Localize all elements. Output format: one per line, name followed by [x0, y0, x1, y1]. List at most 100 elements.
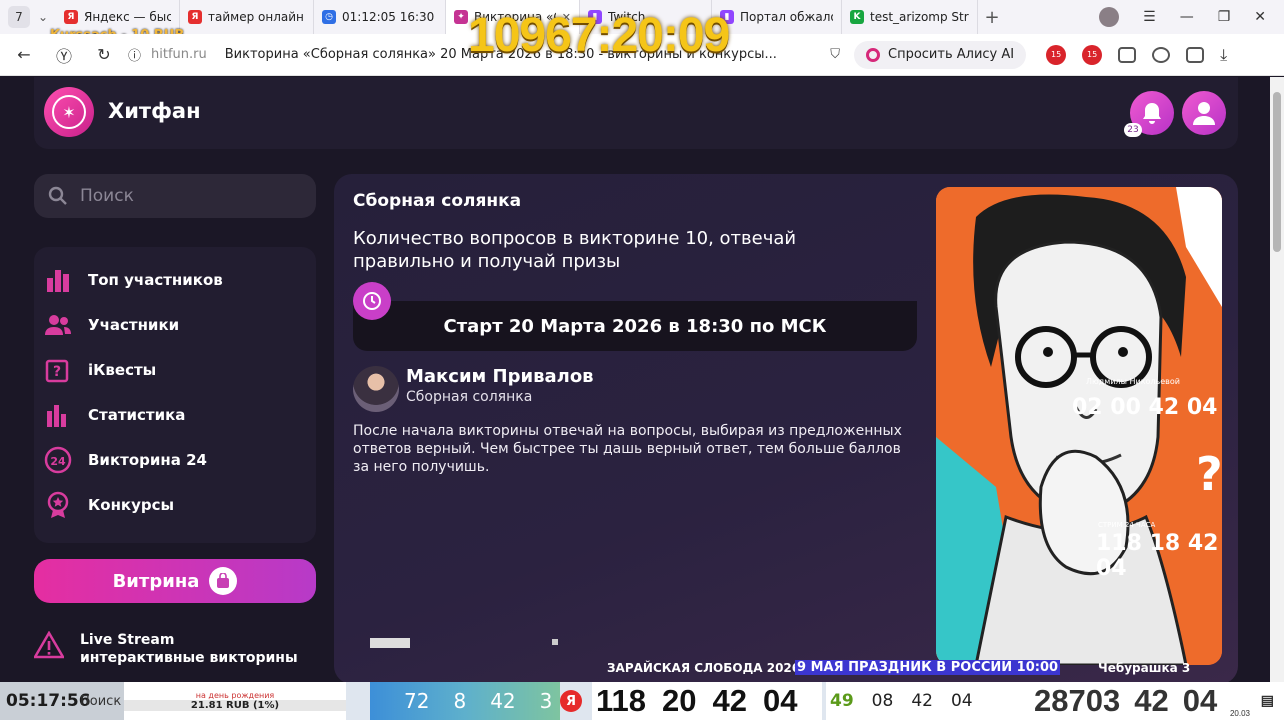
stream-countdown-timer: 10967:20:09	[468, 9, 730, 62]
donation-goal-widget: на день рождения 21.81 RUB (1%)	[124, 682, 346, 720]
url-domain: hitfun.ru	[151, 47, 207, 62]
thinking-man-illustration	[936, 187, 1222, 665]
back-arrow-icon[interactable]: ←	[4, 45, 44, 64]
bell-icon	[1143, 103, 1161, 124]
site-logo[interactable]: ✶	[44, 87, 94, 137]
notification-count-badge: 23	[1124, 123, 1142, 137]
poster-caption: СТРИМ 24 ЧАСА	[1098, 521, 1156, 529]
yandex-icon: Я	[188, 10, 202, 24]
sidebar-menu: Топ участников Участники ? iКвесты Стати…	[34, 247, 316, 543]
extensions-bar: 15 15 ⤓	[1046, 44, 1227, 65]
quiz-description: Количество вопросов в викторине 10, отве…	[353, 228, 797, 272]
stream-timer-3: 28703 42 04 20.03 ▤	[982, 682, 1284, 720]
tab-portal[interactable]: ▮ Портал обжало	[712, 0, 842, 34]
search-input[interactable]	[80, 186, 280, 206]
window-controls: ☰ — ❐ ✕	[1099, 0, 1284, 34]
page-content: ✶ Хитфан 23 Топ участников Участники ? i…	[0, 77, 1270, 682]
news-ticker: ЗАРАЙСКАЯ СЛОБОДА 2026 9 МАЯ ПРАЗДНИК В …	[0, 659, 1270, 681]
poster-timer-bottom: 118 18 42 04	[1096, 531, 1219, 581]
brand-name[interactable]: Хитфан	[108, 99, 201, 123]
minimize-icon[interactable]: —	[1180, 9, 1194, 25]
small-image	[552, 639, 558, 645]
svg-text:24: 24	[50, 455, 66, 468]
taskbar-date: 20.03	[1229, 709, 1250, 718]
live-stream-title: Live Stream	[80, 632, 175, 648]
author-name[interactable]: Максим Привалов	[406, 366, 594, 387]
taskbar: 05:17:56 Поиск на день рождения 21.81 RU…	[0, 682, 1284, 720]
bookmark-icon[interactable]: ⛉	[830, 47, 848, 62]
stream-timer-1: 118 20 42 04	[592, 682, 822, 720]
author-subtitle: Сборная солянка	[406, 389, 533, 405]
notification-center-icon[interactable]: ▤	[1261, 692, 1274, 709]
stream-timer-2: 49 08 42 04	[826, 682, 982, 720]
site-info-icon[interactable]: ⓘ	[128, 45, 141, 64]
poster-question-mark: ?	[1196, 447, 1222, 501]
new-tab-plus-icon[interactable]: +	[978, 7, 1006, 28]
clock24-icon: 24	[44, 446, 72, 474]
taskbar-search[interactable]: Поиск	[80, 682, 121, 720]
question-icon: ?	[44, 356, 72, 384]
kick-icon: K	[850, 10, 864, 24]
scrollbar-thumb[interactable]	[1273, 92, 1281, 252]
logo-star-icon: ✶	[52, 95, 86, 129]
quiz-start-time: Старт 20 Марта 2026 в 18:30 по МСК	[353, 301, 917, 351]
extensions-puzzle-icon[interactable]	[1186, 46, 1205, 63]
users-icon	[44, 311, 72, 339]
reload-icon[interactable]: ↻	[84, 45, 124, 64]
profile-avatar[interactable]	[1099, 7, 1120, 27]
hitfun-icon: ✦	[454, 10, 468, 24]
yandex-home-icon[interactable]: Ⓨ	[44, 43, 84, 67]
quiz-category: Сборная солянка	[353, 191, 522, 211]
media-play-icon[interactable]	[1152, 46, 1171, 63]
quiz-poster-image: Людмилы Никольевой 02 00 42 04 ? СТРИМ 2…	[936, 187, 1222, 665]
ticker-text-middle: 9 МАЯ ПРАЗДНИК В РОССИИ 10:00	[795, 660, 1061, 675]
sidebar-item-users[interactable]: Участники	[34, 302, 316, 347]
stats-icon	[44, 401, 72, 429]
sidebar-item-quests[interactable]: ? iКвесты	[34, 347, 316, 392]
sidebar-item-top[interactable]: Топ участников	[34, 257, 316, 302]
extension-badge-icon[interactable]: 15	[1046, 44, 1067, 65]
quiz-rules: После начала викторины отвечай на вопрос…	[353, 423, 902, 475]
search-box[interactable]	[34, 174, 316, 218]
tab-kick[interactable]: K test_arizomp Str	[842, 0, 978, 34]
quiz-card: Сборная солянка Количество вопросов в ви…	[334, 174, 1238, 682]
ticker-text-right: Чебурашка 3	[1098, 661, 1191, 675]
svg-text:?: ?	[53, 364, 61, 380]
extension-badge-icon[interactable]: 15	[1082, 44, 1103, 65]
poster-timer-top: 02 00 42 04	[1072, 395, 1218, 420]
weather-widget: 72 8 42 3	[370, 682, 560, 720]
menu-icon[interactable]: ☰	[1143, 9, 1156, 25]
extension-window-icon[interactable]	[1118, 46, 1137, 63]
showcase-button[interactable]: Витрина	[34, 559, 316, 603]
clock-icon: ◷	[322, 10, 336, 24]
download-icon[interactable]: ⤓	[1220, 45, 1227, 65]
tab-timer[interactable]: Я таймер онлайн	[180, 0, 314, 34]
donation-goal-title: на день рождения	[195, 691, 275, 700]
medal-icon	[44, 491, 72, 519]
tab-list-chevron-icon[interactable]: ⌄	[30, 10, 56, 24]
shopping-bag-icon	[209, 567, 238, 595]
sidebar-item-quiz24[interactable]: 24 Викторина 24	[34, 437, 316, 482]
yandex-icon: Я	[64, 10, 78, 24]
yandex-taskbar-icon[interactable]: Я	[560, 690, 582, 712]
ask-alisa-button[interactable]: Спросить Алису AI	[854, 40, 1027, 69]
close-window-icon[interactable]: ✕	[1254, 9, 1266, 25]
sidebar-item-stats[interactable]: Статистика	[34, 392, 316, 437]
notifications-button[interactable]: 23	[1124, 91, 1174, 137]
author-avatar[interactable]	[353, 366, 399, 412]
search-icon	[48, 186, 67, 205]
site-header: ✶ Хитфан 23	[34, 77, 1238, 149]
bar-chart-icon	[44, 266, 72, 294]
donation-goal-amount: 21.81 RUB (1%)	[124, 700, 346, 711]
tab-count-button[interactable]: 7	[8, 6, 30, 28]
warning-icon	[34, 631, 64, 659]
user-icon	[1193, 102, 1215, 125]
alisa-icon	[866, 47, 880, 62]
ticker-text-left: ЗАРАЙСКАЯ СЛОБОДА 2026	[607, 661, 801, 675]
restore-icon[interactable]: ❐	[1218, 9, 1231, 25]
user-profile-button[interactable]	[1182, 91, 1226, 135]
sidebar-item-contests[interactable]: Конкурсы	[34, 482, 316, 527]
poster-label: Людмилы Никольевой	[1086, 377, 1180, 386]
tab-clock[interactable]: ◷ 01:12:05 16:30	[314, 0, 446, 34]
clock-icon	[353, 282, 391, 320]
